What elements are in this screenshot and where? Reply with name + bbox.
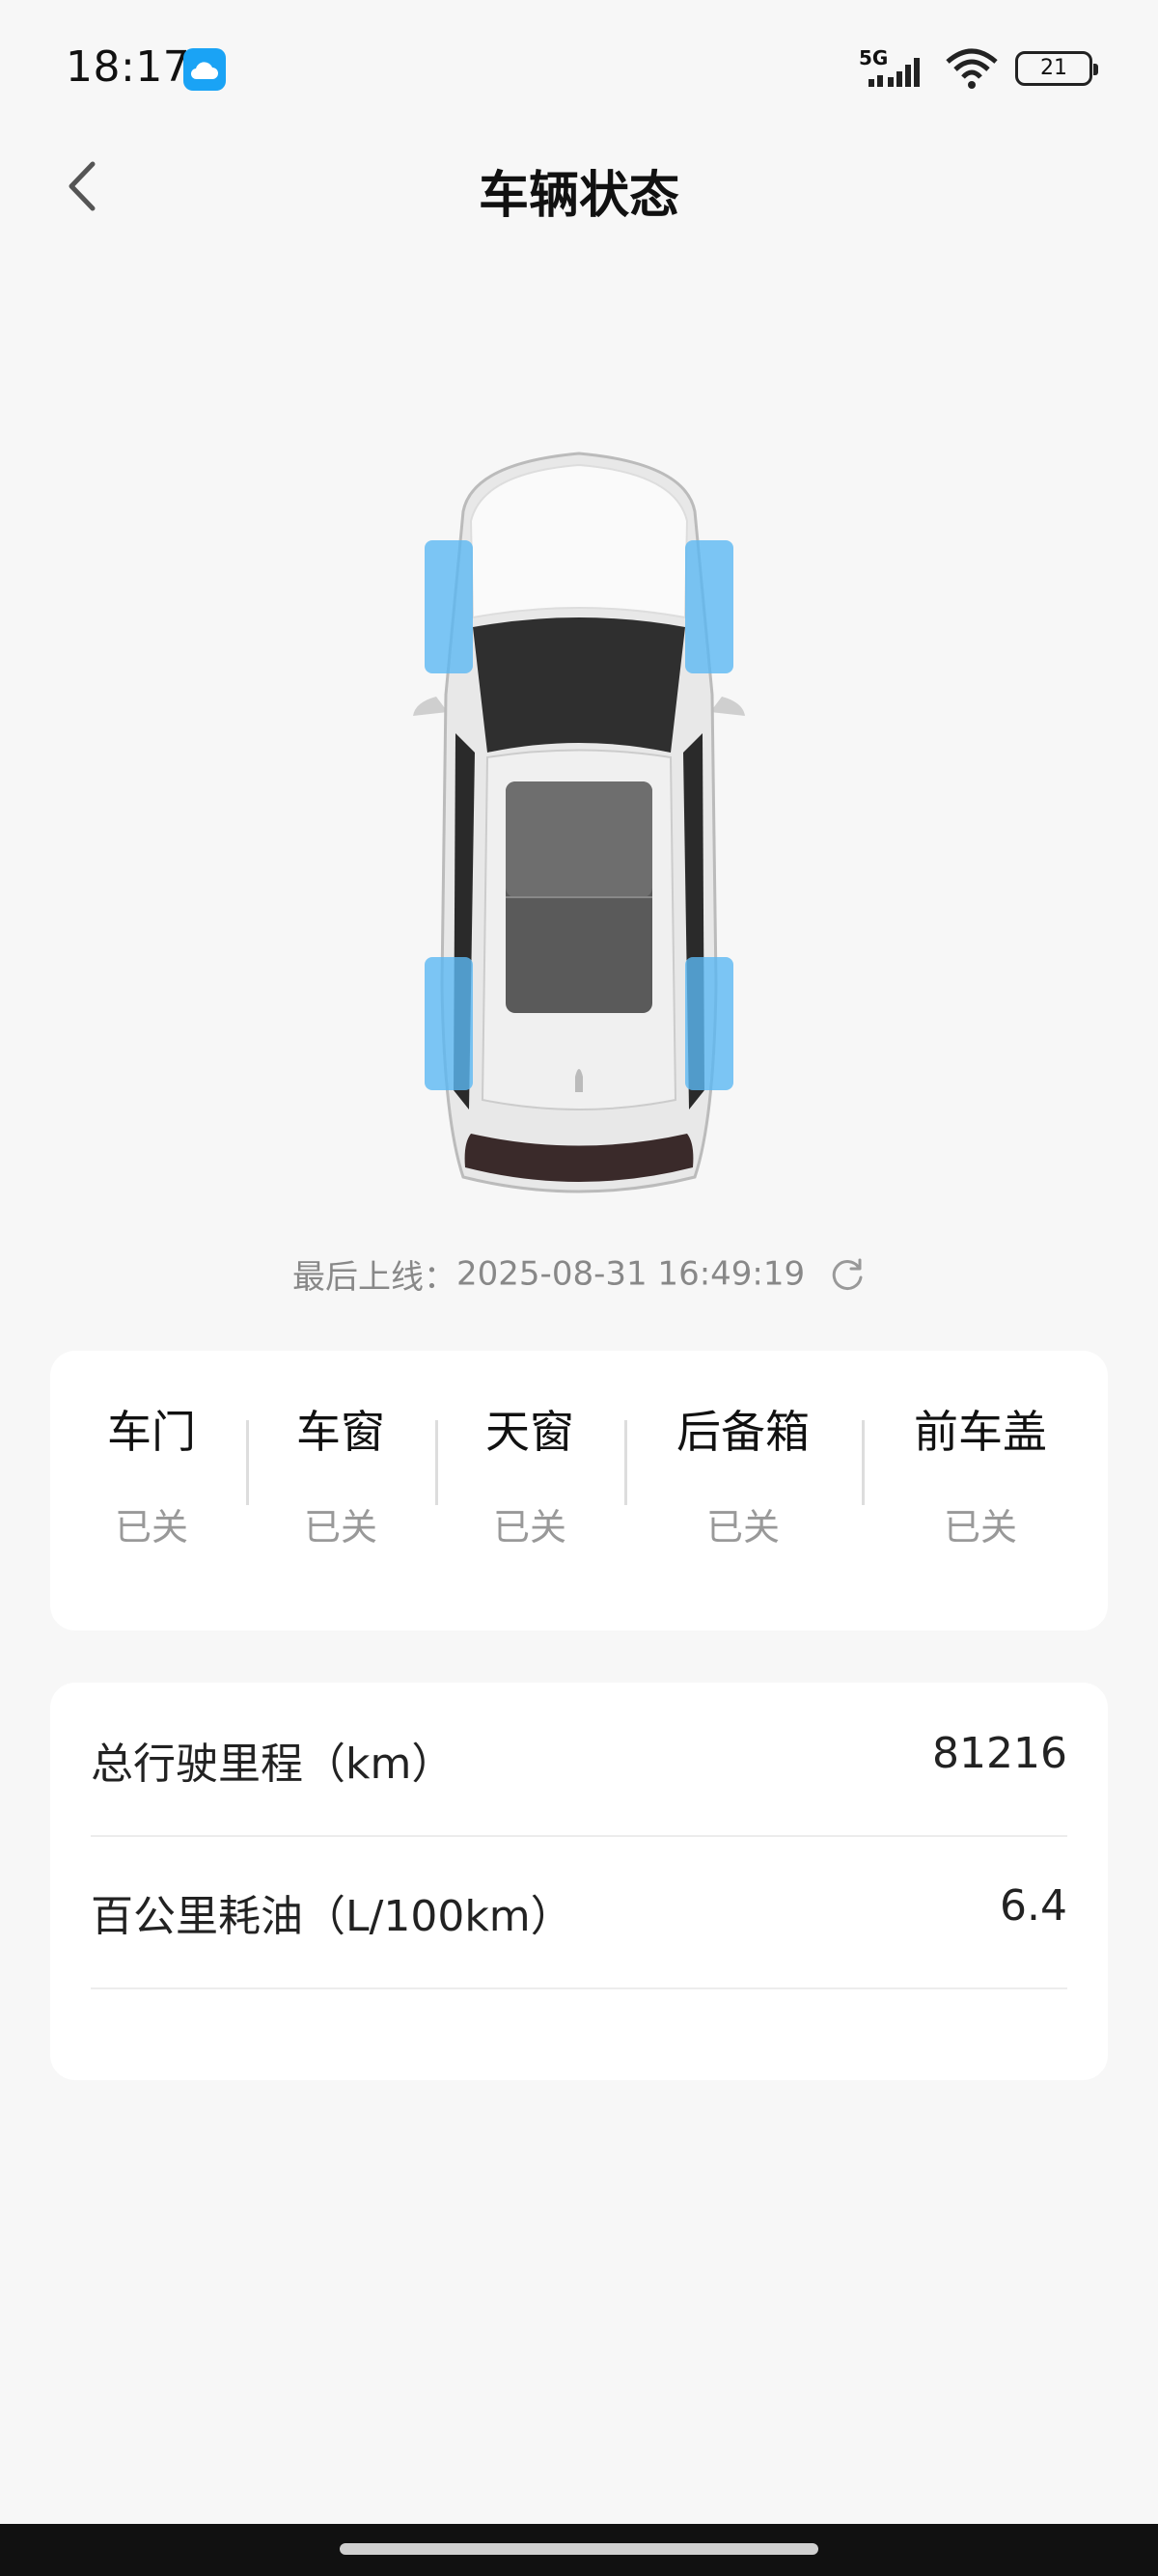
status-item-window: 车窗 已关 xyxy=(288,1397,394,1550)
divider xyxy=(435,1420,438,1505)
status-label: 天窗 xyxy=(485,1406,574,1458)
refresh-icon[interactable] xyxy=(829,1256,866,1293)
cloud-app-icon xyxy=(183,48,226,91)
cellular-signal-icon: 5G xyxy=(859,46,928,91)
status-value: 已关 xyxy=(705,1506,780,1548)
status-label: 前车盖 xyxy=(914,1406,1047,1458)
last-online-label: 最后上线： xyxy=(292,1258,457,1297)
status-label: 车门 xyxy=(107,1406,196,1458)
page-title: 车辆状态 xyxy=(478,167,679,225)
metric-row-fuel-consumption: 百公里耗油（L/100km） 6.4 xyxy=(91,1835,1067,1989)
last-online-row: 最后上线：2025-08-31 16:49:19 xyxy=(0,1250,1158,1298)
metric-value: 81216 xyxy=(932,1729,1067,1778)
status-item-hood: 前车盖 已关 xyxy=(903,1397,1058,1550)
home-indicator[interactable] xyxy=(340,2543,818,2555)
status-value: 已关 xyxy=(943,1506,1017,1548)
wifi-icon xyxy=(944,46,1000,91)
battery-icon: 21 xyxy=(1015,51,1098,86)
vehicle-status-card: 车门 已关 车窗 已关 天窗 已关 后备箱 已关 前车盖 已关 xyxy=(50,1351,1108,1631)
status-item-sunroof: 天窗 已关 xyxy=(477,1397,583,1550)
metric-row-mileage: 总行驶里程（km） 81216 xyxy=(91,1683,1067,1837)
car-top-view-illustration xyxy=(405,444,753,1196)
divider xyxy=(624,1420,627,1505)
status-time: 18:17 xyxy=(66,42,191,92)
status-value: 已关 xyxy=(114,1506,188,1548)
last-online-timestamp: 2025-08-31 16:49:19 xyxy=(456,1254,806,1294)
status-icons: 5G 21 xyxy=(859,44,1098,93)
status-label: 后备箱 xyxy=(676,1406,810,1458)
vehicle-metrics-card: 总行驶里程（km） 81216 百公里耗油（L/100km） 6.4 xyxy=(50,1683,1108,2080)
metric-label: 百公里耗油（L/100km） xyxy=(91,1892,573,1941)
status-item-door: 车门 已关 xyxy=(98,1397,205,1550)
status-label: 车窗 xyxy=(296,1406,385,1458)
status-value: 已关 xyxy=(492,1506,566,1548)
page-header: 车辆状态 xyxy=(0,145,1158,225)
status-value: 已关 xyxy=(303,1506,377,1548)
battery-level: 21 xyxy=(1040,56,1067,80)
metric-value: 6.4 xyxy=(1000,1881,1067,1931)
divider xyxy=(862,1420,865,1505)
divider xyxy=(246,1420,249,1505)
metric-label: 总行驶里程（km） xyxy=(91,1740,455,1789)
status-bar: 18:17 5G 21 xyxy=(0,0,1158,145)
status-item-trunk: 后备箱 已关 xyxy=(666,1397,820,1550)
